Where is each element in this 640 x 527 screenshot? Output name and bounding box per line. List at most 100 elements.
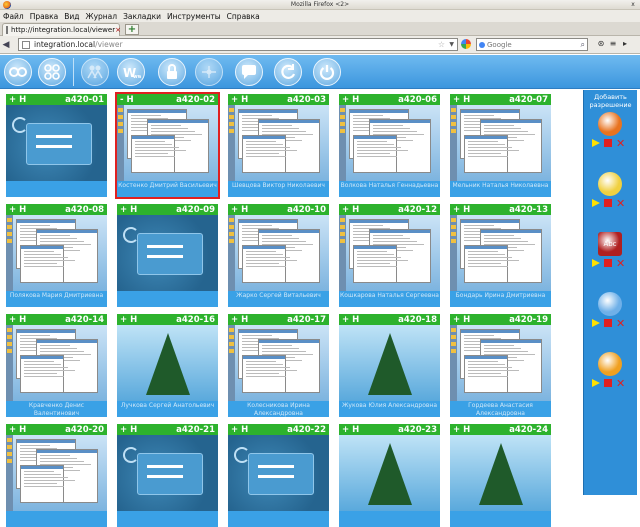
tile-toggle-button[interactable]: - H bbox=[120, 95, 176, 105]
computer-tile[interactable]: + Ha420-01 bbox=[6, 94, 107, 197]
stop-icon[interactable] bbox=[604, 199, 612, 207]
menu-help[interactable]: Справка bbox=[227, 12, 260, 21]
web-icon[interactable]: Www bbox=[117, 58, 145, 86]
view-grid-icon[interactable] bbox=[38, 58, 66, 86]
computer-tile[interactable]: + Ha420-16 Лучкова Сергей Анатольевич bbox=[117, 314, 218, 417]
screen-thumbnail[interactable] bbox=[450, 435, 551, 511]
play-icon[interactable] bbox=[592, 199, 600, 207]
tile-toggle-button[interactable]: + H bbox=[120, 205, 176, 215]
screen-thumbnail[interactable] bbox=[6, 105, 107, 181]
tab-viewer[interactable]: http://integration.local/viewer × bbox=[2, 23, 121, 36]
address-bar[interactable]: integration.local/viewer ☆ ▼ bbox=[18, 38, 458, 51]
screen-thumbnail[interactable] bbox=[450, 215, 551, 291]
screen-thumbnail[interactable] bbox=[450, 325, 551, 401]
menu-edit[interactable]: Правка bbox=[30, 12, 59, 21]
computer-tile[interactable]: + Ha420-17 Колесникова Ирина Александровн… bbox=[228, 314, 329, 417]
computer-tile[interactable]: + Ha420-03 Шевцова Виктор Николаевич bbox=[228, 94, 329, 197]
back-icon[interactable]: ◀ bbox=[0, 40, 12, 50]
menu-file[interactable]: Файл bbox=[3, 12, 24, 21]
google-toolbar-icon[interactable] bbox=[461, 39, 471, 49]
play-icon[interactable] bbox=[592, 139, 600, 147]
computer-tile[interactable]: + Ha420-12 Кошкарова Наталья Сергеевна bbox=[339, 204, 440, 307]
menu-history[interactable]: Журнал bbox=[86, 12, 118, 21]
screen-thumbnail[interactable] bbox=[6, 435, 107, 511]
screen-thumbnail[interactable] bbox=[117, 325, 218, 401]
tile-toggle-button[interactable]: + H bbox=[231, 205, 287, 215]
stop-icon[interactable] bbox=[604, 259, 612, 267]
view-large-icon[interactable] bbox=[4, 58, 32, 86]
screen-thumbnail[interactable] bbox=[117, 435, 218, 511]
tile-toggle-button[interactable]: + H bbox=[453, 95, 509, 105]
computer-tile[interactable]: + Ha420-21 bbox=[117, 424, 218, 527]
screen-thumbnail[interactable] bbox=[228, 435, 329, 511]
tile-toggle-button[interactable]: + H bbox=[231, 95, 287, 105]
screen-thumbnail[interactable] bbox=[339, 105, 440, 181]
tile-toggle-button[interactable]: + H bbox=[231, 315, 287, 325]
gear-snowflake-icon[interactable] bbox=[598, 292, 622, 316]
stop-icon[interactable] bbox=[604, 139, 612, 147]
search-box[interactable]: ⌕ bbox=[476, 38, 588, 51]
computer-tile[interactable]: + Ha420-19 Гордеева Анастасия Александров… bbox=[450, 314, 551, 417]
screen-thumbnail[interactable] bbox=[339, 215, 440, 291]
users-icon[interactable] bbox=[81, 58, 109, 86]
play-icon[interactable] bbox=[592, 379, 600, 387]
tile-toggle-button[interactable]: + H bbox=[9, 425, 65, 435]
tab-close-icon[interactable]: × bbox=[115, 26, 121, 34]
screen-thumbnail[interactable] bbox=[6, 215, 107, 291]
screen-thumbnail[interactable] bbox=[339, 435, 440, 511]
screen-thumbnail[interactable] bbox=[228, 215, 329, 291]
firefox-icon[interactable] bbox=[598, 112, 622, 136]
search-input[interactable] bbox=[487, 40, 577, 49]
tile-toggle-button[interactable]: + H bbox=[453, 425, 509, 435]
tile-toggle-button[interactable]: + H bbox=[342, 425, 398, 435]
remove-icon[interactable]: ✕ bbox=[616, 198, 625, 209]
url-dropdown-icon[interactable]: ▼ bbox=[449, 41, 454, 48]
computer-tile[interactable]: + Ha420-24 bbox=[450, 424, 551, 527]
tile-toggle-button[interactable]: + H bbox=[9, 205, 65, 215]
menu-tools[interactable]: Инструменты bbox=[167, 12, 221, 21]
tile-toggle-button[interactable]: + H bbox=[342, 315, 398, 325]
tile-toggle-button[interactable]: + H bbox=[453, 205, 509, 215]
teapot-icon[interactable] bbox=[598, 172, 622, 196]
play-icon[interactable] bbox=[592, 319, 600, 327]
computer-tile[interactable]: + Ha420-18 Жукова Юлия Александровна bbox=[339, 314, 440, 417]
computer-tile[interactable]: + Ha420-20 bbox=[6, 424, 107, 527]
menu-icon[interactable]: ≡ bbox=[607, 39, 619, 50]
remove-icon[interactable]: ✕ bbox=[616, 138, 625, 149]
tile-toggle-button[interactable]: + H bbox=[231, 425, 287, 435]
power-icon[interactable] bbox=[313, 58, 341, 86]
screen-thumbnail[interactable] bbox=[117, 215, 218, 291]
screen-thumbnail[interactable] bbox=[228, 105, 329, 181]
chat-icon[interactable] bbox=[235, 58, 263, 86]
computer-tile[interactable]: + Ha420-22 bbox=[228, 424, 329, 527]
computer-tile[interactable]: - Ha420-02 Костенко Дмитрий Васильевич bbox=[115, 92, 220, 199]
search-engine-icon[interactable] bbox=[479, 41, 485, 48]
rss-reader-icon[interactable] bbox=[598, 352, 622, 376]
bookmark-star-icon[interactable]: ☆ bbox=[438, 40, 445, 49]
tile-toggle-button[interactable]: + H bbox=[342, 205, 398, 215]
addon-icon[interactable]: ⊛ bbox=[595, 39, 607, 50]
dictionary-icon[interactable]: Abc bbox=[598, 232, 622, 256]
screen-thumbnail[interactable] bbox=[450, 105, 551, 181]
computer-tile[interactable]: + Ha420-08 Полякова Мария Дмитриевна bbox=[6, 204, 107, 307]
site-identity-icon[interactable] bbox=[22, 40, 30, 49]
tile-toggle-button[interactable]: + H bbox=[120, 425, 176, 435]
computer-tile[interactable]: + Ha420-09 bbox=[117, 204, 218, 307]
computer-tile[interactable]: + Ha420-13 Бондарь Ирина Дмитриевна bbox=[450, 204, 551, 307]
tile-toggle-button[interactable]: + H bbox=[453, 315, 509, 325]
tile-toggle-button[interactable]: + H bbox=[9, 315, 65, 325]
stop-icon[interactable] bbox=[604, 319, 612, 327]
computer-tile[interactable]: + Ha420-23 bbox=[339, 424, 440, 527]
tile-toggle-button[interactable]: + H bbox=[120, 315, 176, 325]
computer-tile[interactable]: + Ha420-06 Волкова Наталья Геннадьевна bbox=[339, 94, 440, 197]
play-icon[interactable] bbox=[592, 259, 600, 267]
computer-tile[interactable]: + Ha420-10 Жарко Сергей Витальевич bbox=[228, 204, 329, 307]
lock-icon[interactable] bbox=[158, 58, 186, 86]
remove-icon[interactable]: ✕ bbox=[616, 318, 625, 329]
screen-thumbnail[interactable] bbox=[6, 325, 107, 401]
remove-icon[interactable]: ✕ bbox=[616, 378, 625, 389]
search-icon[interactable]: ⌕ bbox=[581, 40, 585, 50]
dots-icon[interactable] bbox=[195, 58, 223, 86]
overflow-icon[interactable]: ▸ bbox=[619, 39, 631, 50]
tile-toggle-button[interactable]: + H bbox=[342, 95, 398, 105]
